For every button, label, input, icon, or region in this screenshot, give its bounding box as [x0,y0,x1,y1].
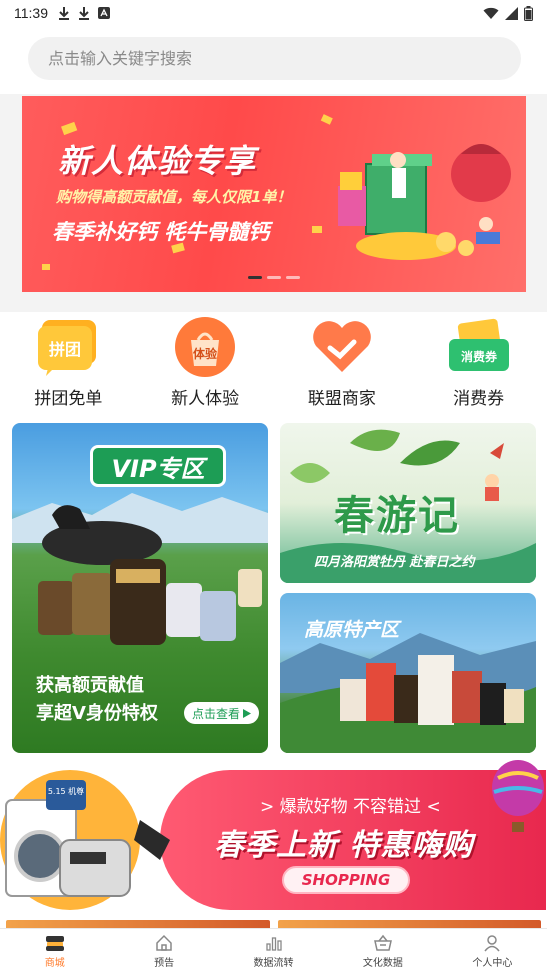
status-notifications [58,6,110,20]
category-group-buy[interactable]: 拼团 拼团免单 [0,316,137,416]
tab-shop[interactable]: 商城 [0,929,109,974]
tab-label: 个人中心 [472,958,513,969]
alliance-heart-icon [308,316,376,378]
bar-chart-icon [264,934,284,952]
app-store-icon [98,7,110,19]
shop-icon [45,934,65,952]
download-icon [59,7,69,20]
vip-view-button[interactable]: 点击查看 [184,702,260,724]
shopping-banner[interactable]: 5.15 机尊 > 爆款好物 不容错过 < 春季上新 特惠嗨购 SHOPPING [0,760,547,918]
hero-banner-section: 新人体验专享 购物得高额贡献值，每人仅限1单！ 春季补好钙 牦牛骨髓钙 [0,94,547,312]
pagination-dot[interactable] [286,276,300,279]
category-label: 消费券 [453,389,505,409]
tab-label: 预告 [154,958,175,969]
product-label: 5.15 机尊 [48,786,84,796]
vip-benefit-line2: 享超V身份特权 [36,703,158,724]
banner-title: 新人体验专享 [58,142,257,180]
category-coupon[interactable]: 消费券 消费券 [410,316,547,416]
tab-preview[interactable]: 预告 [109,929,218,974]
play-arrow-icon [243,708,252,718]
tab-label: 文化数据 [362,958,403,969]
status-bar: 11:39 [0,0,547,26]
hero-banner[interactable]: 新人体验专享 购物得高额贡献值，每人仅限1单！ 春季补好钙 牦牛骨髓钙 [22,96,526,292]
tab-label: 商城 [44,958,65,969]
appliances-illustration: 5.15 机尊 [0,770,170,910]
shopping-button[interactable]: SHOPPING [282,866,410,894]
wifi-icon [483,7,499,19]
group-buy-icon: 拼团 [34,316,102,378]
home-icon [154,934,174,952]
preview-card[interactable] [277,920,541,928]
preview-card[interactable] [6,920,270,928]
plateau-specialty-card[interactable]: 高原特产区 [280,593,536,753]
pagination-dot[interactable] [248,276,262,279]
vip-tag: VIP专区 [90,445,226,487]
shopping-headline: > 爆款好物 不容错过 < [260,797,441,817]
status-time: 11:39 [14,5,48,21]
category-label: 联盟商家 [307,389,376,409]
app-screen: 11:39 新人体验专享 购物得高额贡献值，每人仅限1单！ 春 [0,0,547,974]
category-alliance[interactable]: 联盟商家 [274,316,411,416]
status-system-icons [483,5,533,21]
vip-view-label: 点击查看 [192,706,241,721]
hot-air-balloon-icon [492,760,544,832]
next-section-preview [0,920,547,928]
person-icon [482,934,502,952]
banner-subtitle: 购物得高额贡献值，每人仅限1单！ [56,188,292,206]
new-user-bag-icon: 体验 [171,316,239,378]
plateau-title: 高原特产区 [304,619,400,641]
bottom-tab-bar: 商城 预告 数据流转 文化数据 个人中心 [0,928,547,974]
pagination-dot[interactable] [267,276,281,279]
category-label: 拼团免单 [34,389,103,409]
vip-zone-card[interactable]: VIP专区 获高额贡献值 享超V身份特权 点击查看 [12,423,268,753]
coupon-icon: 消费券 [445,316,513,378]
basket-icon [373,934,393,952]
new-user-badge: 体验 [193,346,218,361]
category-label: 新人体验 [171,389,240,409]
vip-benefit-line1: 获高额贡献值 [36,675,144,696]
battery-icon [524,5,533,21]
banner-tagline: 春季补好钙 牦牛骨髓钙 [52,220,270,244]
category-new-user[interactable]: 体验 新人体验 [137,316,274,416]
tab-culture-data[interactable]: 文化数据 [328,929,437,974]
category-row: 拼团 拼团免单 体验 新人体验 联盟商家 消费券 消费券 [0,316,547,416]
banner-pagination [248,276,300,279]
tab-profile[interactable]: 个人中心 [438,929,547,974]
shopping-slogan: 春季上新 特惠嗨购 [214,828,474,863]
download-icon [79,7,89,20]
spring-subtitle: 四月洛阳赏牡丹 赴春日之约 [314,555,475,570]
signal-icon [505,6,518,20]
tab-data-flow[interactable]: 数据流转 [219,929,328,974]
spring-trip-card[interactable]: 春游记 四月洛阳赏牡丹 赴春日之约 [280,423,536,583]
tab-label: 数据流转 [253,958,294,969]
spring-title: 春游记 [334,492,460,539]
group-buy-badge: 拼团 [49,340,81,359]
search-bar[interactable] [28,37,521,80]
money-gifts-illustration [338,144,511,260]
search-input[interactable] [48,49,521,68]
coupon-badge: 消费券 [461,349,498,364]
